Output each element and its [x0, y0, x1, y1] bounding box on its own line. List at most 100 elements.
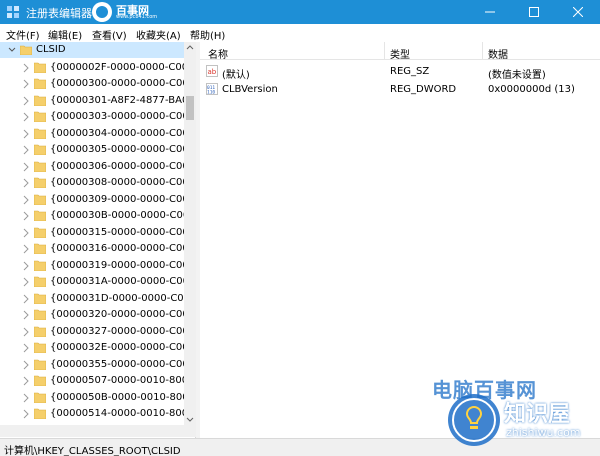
- column-header-data[interactable]: 数据: [488, 46, 508, 61]
- string-value-icon: ab: [206, 65, 218, 77]
- scroll-down-icon[interactable]: [186, 415, 194, 423]
- tree-item-clsid[interactable]: CLSID: [0, 42, 184, 58]
- svg-text:ab: ab: [208, 68, 217, 76]
- tree-item[interactable]: {00000315-0000-0000-C000: [0, 225, 184, 241]
- tree-item-label: {00000308-0000-0000-C000: [50, 177, 184, 188]
- window-title: 注册表编辑器: [26, 7, 92, 20]
- folder-icon: [34, 243, 46, 254]
- chevron-right-icon[interactable]: [22, 244, 30, 254]
- tree-item-label: {00000355-0000-0000-C000: [50, 358, 184, 370]
- chevron-right-icon[interactable]: [22, 79, 30, 89]
- chevron-right-icon[interactable]: [22, 112, 30, 122]
- column-header-name[interactable]: 名称: [208, 46, 228, 61]
- chevron-right-icon[interactable]: [22, 277, 30, 287]
- column-separator[interactable]: [384, 42, 385, 60]
- chevron-right-icon[interactable]: [22, 294, 30, 304]
- chevron-right-icon[interactable]: [22, 261, 30, 271]
- chevron-down-icon[interactable]: [8, 45, 16, 55]
- chevron-right-icon[interactable]: [22, 393, 30, 403]
- menu-view[interactable]: 查看(V): [92, 27, 127, 42]
- tree-item[interactable]: {00000301-A8F2-4877-BA0A: [0, 93, 184, 109]
- minimize-button[interactable]: [468, 0, 512, 24]
- maximize-button[interactable]: [512, 0, 556, 24]
- folder-icon: [34, 111, 46, 122]
- tree-item[interactable]: {00000507-0000-0010-8000: [0, 373, 184, 389]
- tree-item[interactable]: {00000316-0000-0000-C000: [0, 241, 184, 257]
- tree-item[interactable]: {0000032E-0000-0000-C000: [0, 340, 184, 356]
- list-header: 名称 类型 数据: [200, 42, 600, 61]
- tree-item-label: {00000514-0000-0010-8000: [50, 408, 184, 419]
- maximize-icon: [529, 7, 539, 17]
- chevron-right-icon[interactable]: [22, 195, 30, 205]
- folder-icon: [34, 408, 46, 419]
- registry-editor-icon: [7, 6, 19, 18]
- value-type: REG_SZ: [390, 66, 430, 77]
- title-bar: 注册表编辑器 百事网 www.pc841.com: [0, 0, 600, 24]
- tree-item[interactable]: {00000327-0000-0000-C000: [0, 324, 184, 340]
- tree-item[interactable]: {00000306-0000-0000-C000: [0, 159, 184, 175]
- folder-icon: [34, 227, 46, 238]
- menu-bar: 文件(F) 编辑(E) 查看(V) 收藏夹(A) 帮助(H): [0, 24, 600, 42]
- tree-item-label: {00000315-0000-0000-C000: [50, 226, 184, 238]
- tree-item-label: {0000032E-0000-0000-C000: [50, 342, 184, 353]
- tree-item[interactable]: {00000305-0000-0000-C000: [0, 142, 184, 158]
- tree-horizontal-scrollbar[interactable]: [0, 425, 196, 437]
- chevron-right-icon[interactable]: [22, 129, 30, 139]
- chevron-right-icon[interactable]: [22, 310, 30, 320]
- tree-item[interactable]: {0000031D-0000-0000-C000: [0, 291, 184, 307]
- chevron-right-icon[interactable]: [22, 228, 30, 238]
- tree-item[interactable]: {00000308-0000-0000-C000: [0, 175, 184, 191]
- chevron-right-icon[interactable]: [22, 63, 30, 73]
- chevron-right-icon[interactable]: [22, 376, 30, 386]
- tree-item-label: {00000320-0000-0000-C000: [50, 309, 184, 320]
- tree-item[interactable]: {00000320-0000-0000-C000: [0, 307, 184, 323]
- watermark-ring-icon: [92, 2, 112, 22]
- folder-icon: [34, 309, 46, 320]
- chevron-right-icon[interactable]: [22, 162, 30, 172]
- folder-icon: [34, 326, 46, 337]
- menu-help[interactable]: 帮助(H): [190, 27, 225, 42]
- tree-item[interactable]: {0000050B-0000-0010-8000: [0, 390, 184, 406]
- close-button[interactable]: [556, 0, 600, 24]
- tree-item[interactable]: {00000303-0000-0000-C000: [0, 109, 184, 125]
- tree-item-label: {00000309-0000-0000-C000: [50, 193, 184, 205]
- tree-item[interactable]: {00000309-0000-0000-C000: [0, 192, 184, 208]
- chevron-right-icon[interactable]: [22, 343, 30, 353]
- chevron-right-icon[interactable]: [22, 178, 30, 188]
- chevron-right-icon[interactable]: [22, 211, 30, 221]
- tree-item[interactable]: {00000355-0000-0000-C000: [0, 357, 184, 373]
- list-row[interactable]: 011 110 CLBVersion REG_DWORD 0x0000000d …: [200, 80, 600, 98]
- list-row[interactable]: ab (默认) REG_SZ (数值未设置): [200, 62, 600, 81]
- tree-item-label: {00000306-0000-0000-C000: [50, 160, 184, 172]
- menu-favorites[interactable]: 收藏夹(A): [136, 27, 181, 42]
- tree-item[interactable]: {0000031A-0000-0000-C000: [0, 274, 184, 290]
- tree-vertical-scrollbar[interactable]: [184, 42, 196, 425]
- tree-item[interactable]: {0000002F-0000-0000-C000: [0, 60, 184, 76]
- tree-item[interactable]: {00000319-0000-0000-C000: [0, 258, 184, 274]
- chevron-right-icon[interactable]: [22, 409, 30, 419]
- column-header-type[interactable]: 类型: [390, 46, 410, 61]
- tree-pane: CLSID {0000002F-0000-0000-C000 {00000300-…: [0, 42, 196, 438]
- close-icon: [573, 7, 583, 17]
- folder-icon: [34, 95, 46, 106]
- menu-file[interactable]: 文件(F): [6, 27, 40, 42]
- tree-item[interactable]: {0000030B-0000-0000-C000: [0, 208, 184, 224]
- value-data: (数值未设置): [488, 70, 546, 81]
- folder-icon: [34, 260, 46, 271]
- chevron-right-icon[interactable]: [22, 327, 30, 337]
- minimize-icon: [485, 11, 495, 13]
- chevron-right-icon[interactable]: [22, 145, 30, 155]
- scroll-up-icon[interactable]: [186, 44, 194, 52]
- tree-item[interactable]: {00000514-0000-0010-8000: [0, 406, 184, 422]
- dword-value-icon: 011 110: [206, 83, 218, 95]
- tree-scroll-thumb[interactable]: [186, 96, 194, 120]
- folder-open-icon: [20, 45, 32, 55]
- menu-edit[interactable]: 编辑(E): [48, 27, 82, 42]
- tree-item[interactable]: {00000300-0000-0000-C000: [0, 76, 184, 92]
- value-name: CLBVersion: [222, 84, 278, 95]
- tree-item-label: {0000050B-0000-0010-8000: [50, 391, 184, 403]
- chevron-right-icon[interactable]: [22, 96, 30, 106]
- chevron-right-icon[interactable]: [22, 360, 30, 370]
- tree-item[interactable]: {00000304-0000-0000-C000: [0, 126, 184, 142]
- column-separator[interactable]: [482, 42, 483, 60]
